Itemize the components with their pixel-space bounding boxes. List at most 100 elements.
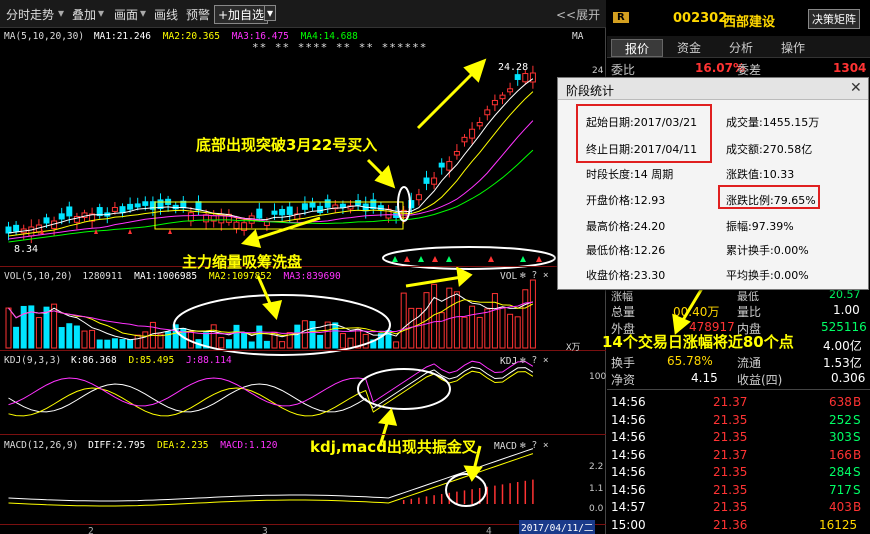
trade-row: 14:56 21.35 303 S [607,429,870,447]
kline-chart-area[interactable]: MA(5,10,20,30) MA1:21.246 MA2:20.365 MA3… [0,28,606,534]
menu-alert[interactable]: 预警 [186,6,210,23]
macd-axis-tick: 2.2 [589,462,604,472]
signal-marker [536,256,542,262]
dropdown-arrow-icon[interactable]: ▾ [140,6,146,20]
gear-icon[interactable]: ✻ ? × [520,270,549,281]
candle-body [499,94,506,100]
volume-bar [81,330,88,349]
candle-body [111,207,118,212]
trade-row: 14:56 21.35 284 S [607,464,870,482]
trade-time: 14:56 [611,395,646,409]
volume-bar [317,334,324,349]
vol-value: 1280911 [82,271,123,282]
vol-tag: VOL [500,271,518,282]
pane-separator [0,434,606,435]
volume-bar [142,331,149,349]
menu-intraday[interactable]: 分时走势 [6,6,54,23]
volume-bar [438,312,445,349]
tab-operation[interactable]: 操作 [767,39,819,57]
trade-side: S [853,412,861,427]
kdj-legend-title: KDJ(9,3,3) [4,355,62,366]
tab-quote[interactable]: 报价 [611,39,663,57]
trade-volume: 717 [829,482,852,497]
candle-body [446,161,453,171]
gear-icon[interactable]: ✻ ? × [520,355,549,366]
kdj-j: J:88.114 [185,355,232,366]
dropdown-arrow-icon[interactable]: ▾ [264,5,277,21]
tab-analysis[interactable]: 分析 [715,39,767,57]
vol-legend-title: VOL(5,10,20) [4,271,73,282]
pane-separator [0,266,606,267]
average-turnover: 平均换手:0.00% [726,269,809,282]
volume-bar [522,289,529,349]
kdj-legend: KDJ(9,3,3) K:86.368 D:85.495 J:88.114 [4,355,232,366]
low-price: 最低价格:12.26 [586,244,666,257]
candle-body [195,201,202,211]
trade-row: 15:00 21.36 16125 [607,517,870,534]
volume-bar [73,325,80,349]
vol-ma1: MA1:1006985 [134,271,198,282]
date-cursor-box: 2017/04/11/二 [519,520,596,534]
app-window: 分时走势 ▾ 叠加 ▾ 画面 ▾ 画线 预警 +加自选 ▾ <<展开 MA(5,… [0,0,870,534]
trade-side: B [853,500,862,514]
volume-bar [279,341,286,349]
chart-toolbar: 分时走势 ▾ 叠加 ▾ 画面 ▾ 画线 预警 +加自选 ▾ <<展开 [0,0,606,28]
turnover-label: 换手 [611,356,636,370]
macd-axis-tick: 1.1 [589,484,604,494]
volume-bar [507,313,514,349]
dialog-titlebar[interactable]: 阶段统计 ✕ [558,78,868,100]
weicha-value: 1304 [833,61,867,75]
volume-bar [210,324,217,349]
trade-price: 21.36 [713,517,748,532]
volume-bar [499,307,506,349]
percent-highlight-box [718,185,820,209]
volume-bar [58,327,65,349]
trade-time: 14:57 [611,500,646,514]
trade-price: 21.37 [713,395,748,409]
period-length: 时段长度:14 周期 [586,168,674,181]
trade-side: S [853,430,861,444]
cumulative-turnover: 累计换手:0.00% [726,244,809,257]
stock-name: 西部建设 [723,15,776,30]
stage-stats-dialog[interactable]: 阶段统计 ✕ 起始日期:2017/03/21 终止日期:2017/04/11 时… [557,77,869,290]
volume-bar [256,325,263,349]
total-label: 总量 [611,305,636,319]
tab-funds[interactable]: 资金 [663,39,715,57]
volume-bar [484,308,491,349]
candle-body [339,203,346,208]
dialog-title: 阶段统计 [566,84,615,98]
trade-side: S [853,465,861,479]
dropdown-arrow-icon[interactable]: ▾ [98,6,104,20]
menu-overlay[interactable]: 叠加 [72,6,96,23]
trade-side: B [853,447,862,462]
trade-time: 14:56 [611,482,646,497]
kdj-tag: KDJ [500,356,518,367]
candle-body [317,205,324,213]
trade-row: 14:56 21.35 252 S [607,412,870,430]
candle-body [5,226,12,234]
trade-price: 21.35 [713,465,748,479]
signal-marker [168,229,172,234]
gear-icon[interactable]: ✻ ? × [520,440,549,451]
signal-marker [432,256,438,262]
turnover-value: 65.78% [667,354,713,368]
close-icon[interactable]: ✕ [850,80,862,96]
signal-marker [392,256,398,262]
menu-draw[interactable]: 画线 [154,6,178,23]
menu-view[interactable]: 画面 [114,6,138,23]
vol-unit-label: X万 [566,343,581,353]
close-price: 收盘价格:23.30 [586,269,666,282]
volume-bar [13,326,20,349]
macd-axis-tick: 0.0 [589,504,604,514]
low-label: 最低 [737,290,759,303]
candle-body [233,221,240,229]
expand-button[interactable]: <<展开 [556,6,600,23]
decision-matrix-button[interactable]: 决策矩阵 [808,9,860,29]
dropdown-arrow-icon[interactable]: ▾ [58,6,64,20]
volume-bar [263,340,270,349]
volume-bar [294,324,301,349]
trade-side: S [853,482,861,497]
trade-side: B [853,395,862,409]
quote-tabs: 报价 资金 分析 操作 [607,36,870,58]
add-favorite-button[interactable]: +加自选 [214,5,269,24]
